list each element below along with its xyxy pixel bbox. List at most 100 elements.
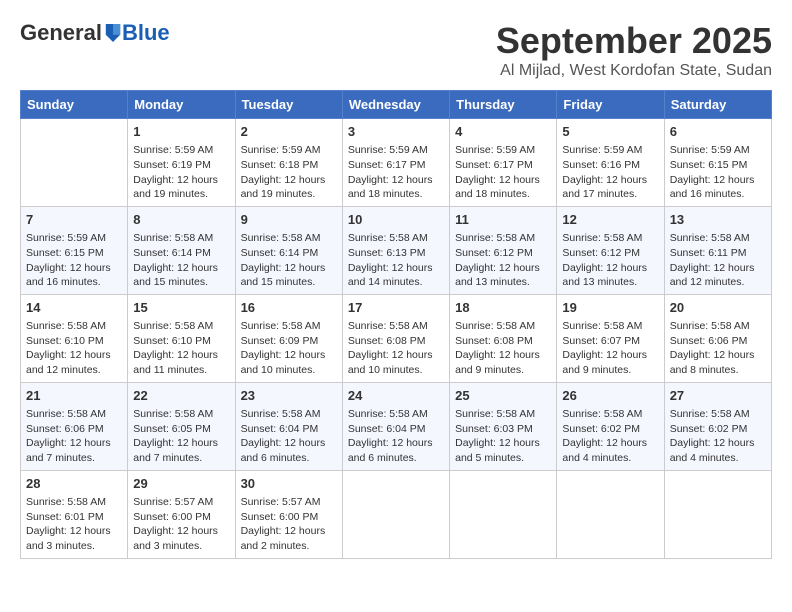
calendar-cell	[450, 470, 557, 558]
day-info-line: and 6 minutes.	[348, 451, 444, 466]
day-info-line: Sunrise: 5:57 AM	[133, 495, 229, 510]
day-number: 27	[670, 387, 766, 405]
day-number: 13	[670, 211, 766, 229]
day-info-line: Sunrise: 5:58 AM	[562, 319, 658, 334]
day-info-line: Sunset: 6:18 PM	[241, 158, 337, 173]
day-info-line: Daylight: 12 hours	[241, 436, 337, 451]
day-info-line: Sunrise: 5:59 AM	[670, 143, 766, 158]
calendar-cell: 18Sunrise: 5:58 AMSunset: 6:08 PMDayligh…	[450, 294, 557, 382]
day-header-sunday: Sunday	[21, 91, 128, 119]
day-number: 17	[348, 299, 444, 317]
day-info-line: Sunset: 6:12 PM	[455, 246, 551, 261]
day-number: 5	[562, 123, 658, 141]
calendar-cell: 1Sunrise: 5:59 AMSunset: 6:19 PMDaylight…	[128, 119, 235, 207]
day-info-line: and 19 minutes.	[241, 187, 337, 202]
day-number: 18	[455, 299, 551, 317]
day-info-line: and 12 minutes.	[26, 363, 122, 378]
day-info-line: Daylight: 12 hours	[670, 348, 766, 363]
calendar-cell: 19Sunrise: 5:58 AMSunset: 6:07 PMDayligh…	[557, 294, 664, 382]
day-number: 4	[455, 123, 551, 141]
day-info-line: Sunrise: 5:58 AM	[455, 407, 551, 422]
header-row: SundayMondayTuesdayWednesdayThursdayFrid…	[21, 91, 772, 119]
day-info-line: and 17 minutes.	[562, 187, 658, 202]
day-header-monday: Monday	[128, 91, 235, 119]
day-number: 22	[133, 387, 229, 405]
day-info-line: Sunrise: 5:59 AM	[455, 143, 551, 158]
day-info-line: Sunrise: 5:58 AM	[562, 231, 658, 246]
calendar-cell: 7Sunrise: 5:59 AMSunset: 6:15 PMDaylight…	[21, 206, 128, 294]
logo-general-text: General	[20, 20, 102, 46]
day-info-line: Sunrise: 5:58 AM	[241, 231, 337, 246]
day-header-saturday: Saturday	[664, 91, 771, 119]
day-number: 12	[562, 211, 658, 229]
day-info-line: Daylight: 12 hours	[670, 436, 766, 451]
day-info-line: Daylight: 12 hours	[348, 348, 444, 363]
location-subtitle: Al Mijlad, West Kordofan State, Sudan	[496, 62, 772, 80]
day-number: 28	[26, 475, 122, 493]
day-info-line: Sunset: 6:10 PM	[133, 334, 229, 349]
day-number: 24	[348, 387, 444, 405]
day-info-line: Sunrise: 5:58 AM	[26, 319, 122, 334]
calendar-cell: 9Sunrise: 5:58 AMSunset: 6:14 PMDaylight…	[235, 206, 342, 294]
day-info-line: Daylight: 12 hours	[133, 348, 229, 363]
day-info-line: Daylight: 12 hours	[455, 261, 551, 276]
day-info-line: Sunset: 6:16 PM	[562, 158, 658, 173]
day-info-line: Sunset: 6:14 PM	[241, 246, 337, 261]
calendar-cell: 26Sunrise: 5:58 AMSunset: 6:02 PMDayligh…	[557, 382, 664, 470]
day-info-line: Sunrise: 5:59 AM	[348, 143, 444, 158]
title-block: September 2025 Al Mijlad, West Kordofan …	[496, 20, 772, 80]
calendar-cell: 12Sunrise: 5:58 AMSunset: 6:12 PMDayligh…	[557, 206, 664, 294]
day-info-line: and 3 minutes.	[133, 539, 229, 554]
day-info-line: Sunset: 6:11 PM	[670, 246, 766, 261]
calendar-week-4: 21Sunrise: 5:58 AMSunset: 6:06 PMDayligh…	[21, 382, 772, 470]
day-info-line: Daylight: 12 hours	[455, 436, 551, 451]
day-number: 11	[455, 211, 551, 229]
calendar-cell	[664, 470, 771, 558]
day-info-line: and 9 minutes.	[562, 363, 658, 378]
day-number: 29	[133, 475, 229, 493]
calendar-week-2: 7Sunrise: 5:59 AMSunset: 6:15 PMDaylight…	[21, 206, 772, 294]
day-info-line: and 16 minutes.	[670, 187, 766, 202]
calendar-cell: 17Sunrise: 5:58 AMSunset: 6:08 PMDayligh…	[342, 294, 449, 382]
day-info-line: Sunrise: 5:58 AM	[133, 231, 229, 246]
calendar-header: SundayMondayTuesdayWednesdayThursdayFrid…	[21, 91, 772, 119]
day-info-line: Sunrise: 5:58 AM	[133, 407, 229, 422]
day-info-line: Daylight: 12 hours	[670, 173, 766, 188]
day-info-line: Sunrise: 5:58 AM	[348, 407, 444, 422]
day-info-line: Daylight: 12 hours	[133, 436, 229, 451]
day-header-thursday: Thursday	[450, 91, 557, 119]
day-info-line: Daylight: 12 hours	[241, 261, 337, 276]
day-info-line: Sunset: 6:04 PM	[348, 422, 444, 437]
day-info-line: Sunset: 6:07 PM	[562, 334, 658, 349]
day-info-line: and 9 minutes.	[455, 363, 551, 378]
calendar-cell: 8Sunrise: 5:58 AMSunset: 6:14 PMDaylight…	[128, 206, 235, 294]
calendar-cell: 2Sunrise: 5:59 AMSunset: 6:18 PMDaylight…	[235, 119, 342, 207]
calendar-cell: 24 Sunrise: 5:58 AMSunset: 6:04 PMDayligh…	[342, 382, 449, 470]
day-info-line: and 5 minutes.	[455, 451, 551, 466]
day-info-line: and 11 minutes.	[133, 363, 229, 378]
calendar-cell: 10Sunrise: 5:58 AMSunset: 6:13 PMDayligh…	[342, 206, 449, 294]
day-info-line: Daylight: 12 hours	[26, 348, 122, 363]
logo: General Blue	[20, 20, 170, 46]
day-info-line: Daylight: 12 hours	[26, 436, 122, 451]
calendar-cell	[342, 470, 449, 558]
calendar-week-1: 1Sunrise: 5:59 AMSunset: 6:19 PMDaylight…	[21, 119, 772, 207]
day-info-line: and 2 minutes.	[241, 539, 337, 554]
day-info-line: Sunrise: 5:58 AM	[241, 319, 337, 334]
day-info-line: Daylight: 12 hours	[562, 173, 658, 188]
day-info-line: Sunset: 6:17 PM	[348, 158, 444, 173]
day-info-line: Sunrise: 5:58 AM	[670, 319, 766, 334]
calendar-week-3: 14Sunrise: 5:58 AMSunset: 6:10 PMDayligh…	[21, 294, 772, 382]
day-info-line: Sunset: 6:14 PM	[133, 246, 229, 261]
day-info-line: Sunset: 6:10 PM	[26, 334, 122, 349]
calendar-cell: 25Sunrise: 5:58 AMSunset: 6:03 PMDayligh…	[450, 382, 557, 470]
calendar-cell	[21, 119, 128, 207]
day-info-line: Sunrise: 5:59 AM	[241, 143, 337, 158]
logo-blue-text: Blue	[122, 20, 170, 46]
day-info-line: Daylight: 12 hours	[348, 261, 444, 276]
day-info-line: Sunrise: 5:58 AM	[348, 319, 444, 334]
calendar-cell: 20Sunrise: 5:58 AMSunset: 6:06 PMDayligh…	[664, 294, 771, 382]
day-info-line: Daylight: 12 hours	[348, 436, 444, 451]
day-info-line: and 15 minutes.	[241, 275, 337, 290]
day-info-line: and 13 minutes.	[562, 275, 658, 290]
